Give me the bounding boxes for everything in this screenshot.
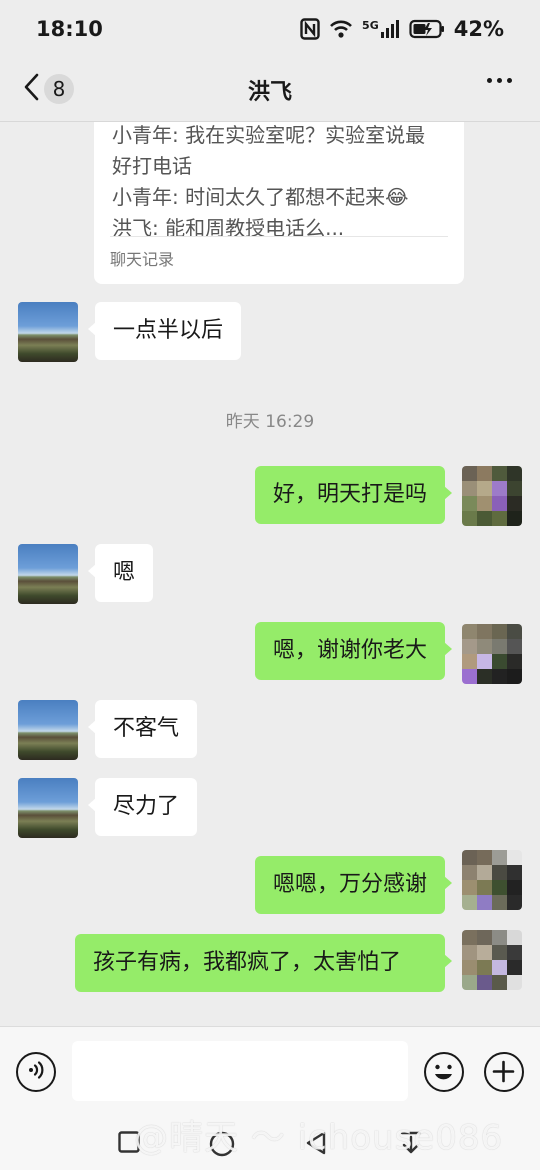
- status-icons: 5G 42%: [300, 17, 504, 41]
- chat-record-line: 洪飞: 能和周教授电话么...: [112, 216, 345, 240]
- message-bubble-received[interactable]: 嗯: [87, 544, 154, 602]
- contact-avatar[interactable]: [18, 544, 78, 604]
- status-time: 18:10: [36, 17, 103, 41]
- network-type: 5G: [362, 19, 379, 32]
- signal-icon: 5G: [362, 19, 400, 39]
- status-bar: 18:10 5G 42%: [0, 0, 540, 58]
- input-bar: [0, 1026, 540, 1116]
- divider: [110, 236, 448, 237]
- smiley-icon: [435, 1064, 452, 1080]
- contact-avatar[interactable]: [18, 302, 78, 362]
- chevron-left-icon: [22, 72, 40, 106]
- wifi-icon: [329, 19, 353, 39]
- chat-record-line: 好打电话: [112, 154, 192, 178]
- chat-record-label: 聊天记录: [110, 250, 175, 269]
- chat-title: 洪飞: [247, 79, 292, 105]
- plus-icon: [492, 1060, 515, 1083]
- watermark: @晴天 ～ ichouse086: [134, 1118, 504, 1158]
- chat-record-line: 小青年: 时间太久了都想不起来😂: [112, 185, 409, 209]
- battery-level: 42%: [453, 17, 504, 41]
- message-bubble-received[interactable]: 一点半以后: [87, 302, 242, 360]
- battery-icon: [409, 19, 445, 39]
- unread-count-badge: 8: [44, 74, 74, 104]
- chat-record-line: 小青年: 我在实验室呢？实验室说最: [112, 123, 426, 147]
- more-dot-icon: [507, 78, 512, 83]
- message-bubble-received[interactable]: 尽力了: [87, 778, 198, 836]
- chat-header: 8 洪飞: [0, 58, 540, 122]
- message-bubble-sent[interactable]: 嗯，谢谢你老大: [254, 622, 453, 680]
- emoji-button[interactable]: [424, 1052, 464, 1092]
- message-list[interactable]: 小青年: 我在实验室呢？实验室说最 好打电话 小青年: 时间太久了都想不起来😂 …: [0, 122, 540, 1026]
- my-avatar[interactable]: [462, 930, 522, 990]
- voice-input-button[interactable]: [16, 1052, 56, 1092]
- message-bubble-received[interactable]: 不客气: [87, 700, 198, 758]
- message-bubble-sent[interactable]: 孩子有病，我都疯了，太害怕了: [75, 934, 452, 992]
- more-dot-icon: [497, 78, 502, 83]
- message-bubble-sent[interactable]: 好，明天打是吗: [254, 466, 453, 524]
- message-bubble-sent[interactable]: 嗯嗯，万分感谢: [254, 856, 453, 914]
- back-button[interactable]: 8: [22, 72, 74, 106]
- my-avatar[interactable]: [462, 624, 522, 684]
- more-dot-icon: [487, 78, 492, 83]
- more-options-button[interactable]: [487, 78, 512, 83]
- nfc-icon: [300, 18, 320, 40]
- more-functions-button[interactable]: [484, 1052, 524, 1092]
- message-input[interactable]: [72, 1041, 408, 1101]
- contact-avatar[interactable]: [18, 778, 78, 838]
- voice-icon: [25, 1059, 47, 1085]
- my-avatar[interactable]: [462, 466, 522, 526]
- contact-avatar[interactable]: [18, 700, 78, 760]
- my-avatar[interactable]: [462, 850, 522, 910]
- chat-record-card[interactable]: 小青年: 我在实验室呢？实验室说最 好打电话 小青年: 时间太久了都想不起来😂 …: [94, 122, 464, 284]
- message-timestamp: 昨天 16:29: [225, 412, 315, 432]
